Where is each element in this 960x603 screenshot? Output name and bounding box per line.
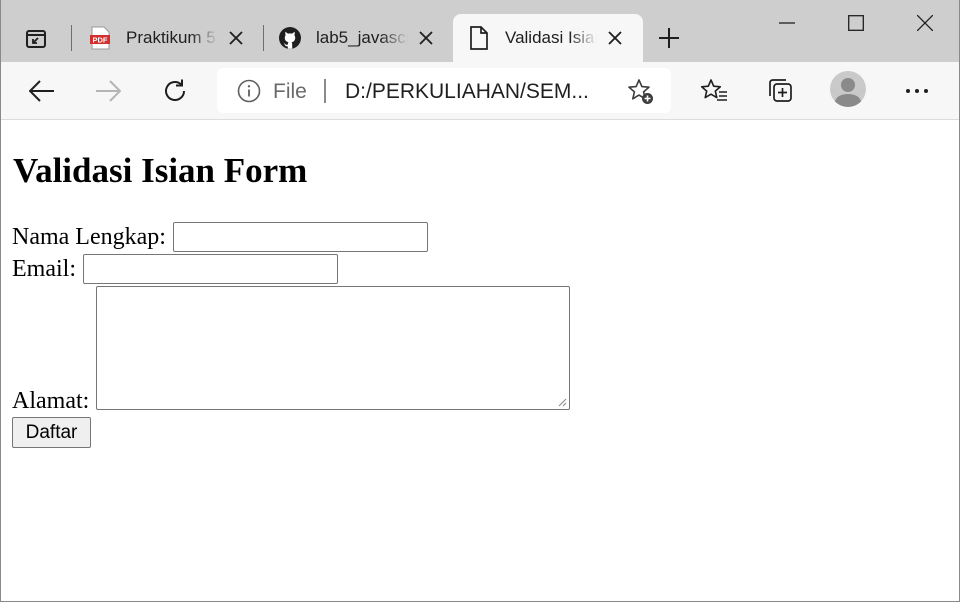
- favorites-button[interactable]: [696, 73, 732, 109]
- alamat-textarea[interactable]: [96, 286, 570, 410]
- refresh-button[interactable]: [157, 73, 193, 109]
- collections-button[interactable]: [762, 73, 798, 109]
- tab-praktikum[interactable]: PDF Praktikum 5: [74, 14, 260, 62]
- star-add-icon: [628, 79, 653, 104]
- refresh-icon: [165, 79, 185, 101]
- daftar-button[interactable]: Daftar: [12, 417, 91, 448]
- page-content: Validasi Isian Form Nama Lengkap: Email:…: [0, 120, 958, 602]
- profile-avatar[interactable]: [830, 71, 866, 107]
- tab-close-button[interactable]: [414, 26, 438, 50]
- pdf-icon: PDF: [88, 26, 112, 50]
- new-tab-button[interactable]: [655, 24, 683, 52]
- favorites-list-icon: [700, 79, 727, 101]
- resize-grip-icon[interactable]: [557, 397, 567, 407]
- arrow-right-icon: [96, 80, 121, 102]
- alamat-label: Alamat:: [12, 388, 90, 414]
- maximize-icon: [848, 15, 864, 31]
- info-icon[interactable]: [237, 79, 261, 103]
- url-text[interactable]: D:/PERKULIAHAN/SEM...: [345, 80, 589, 104]
- email-label: Email:: [12, 256, 76, 282]
- pdf-badge-text: PDF: [93, 36, 108, 45]
- tab-title: Praktikum 5: [126, 28, 216, 47]
- minimize-icon: [779, 22, 795, 24]
- more-icon: [906, 89, 928, 93]
- maximize-button[interactable]: [821, 0, 891, 46]
- tab-close-button[interactable]: [224, 26, 248, 50]
- add-favorite-button[interactable]: [627, 78, 655, 106]
- tab-lab5-javascript[interactable]: lab5_javascript: [264, 14, 450, 62]
- person-icon: [834, 78, 862, 107]
- collections-icon: [769, 79, 792, 102]
- minimize-button[interactable]: [752, 0, 822, 46]
- tab-title: lab5_javascript: [316, 28, 408, 47]
- close-icon: [229, 31, 243, 45]
- back-button[interactable]: [24, 73, 60, 109]
- github-icon: [278, 26, 302, 50]
- close-icon: [917, 15, 933, 31]
- email-input[interactable]: [83, 254, 338, 284]
- tab-actions-icon: [26, 30, 46, 48]
- close-window-button[interactable]: [890, 0, 960, 46]
- address-bar[interactable]: File D:/PERKULIAHAN/SEM...: [217, 68, 671, 113]
- close-icon: [608, 31, 622, 45]
- arrow-left-icon: [29, 80, 54, 102]
- settings-more-button[interactable]: [899, 73, 935, 109]
- browser-toolbar: File D:/PERKULIAHAN/SEM...: [0, 62, 960, 120]
- tab-strip: PDF Praktikum 5 lab5_javascript Validasi: [0, 0, 960, 62]
- page-icon: [467, 26, 491, 50]
- tab-separator: [71, 25, 72, 51]
- tab-validasi-isian-form[interactable]: Validasi Isian Form: [453, 14, 643, 62]
- nama-lengkap-input[interactable]: [173, 222, 428, 252]
- forward-button[interactable]: [90, 73, 126, 109]
- close-icon: [419, 31, 433, 45]
- address-divider: [324, 79, 326, 103]
- page-heading: Validasi Isian Form: [13, 151, 308, 190]
- url-scheme-label: File: [273, 80, 307, 103]
- tab-actions-button[interactable]: [22, 24, 50, 52]
- tab-title: Validasi Isian Form: [505, 28, 597, 47]
- nama-lengkap-label: Nama Lengkap:: [12, 224, 166, 250]
- tab-close-button[interactable]: [603, 26, 627, 50]
- plus-icon: [659, 28, 679, 48]
